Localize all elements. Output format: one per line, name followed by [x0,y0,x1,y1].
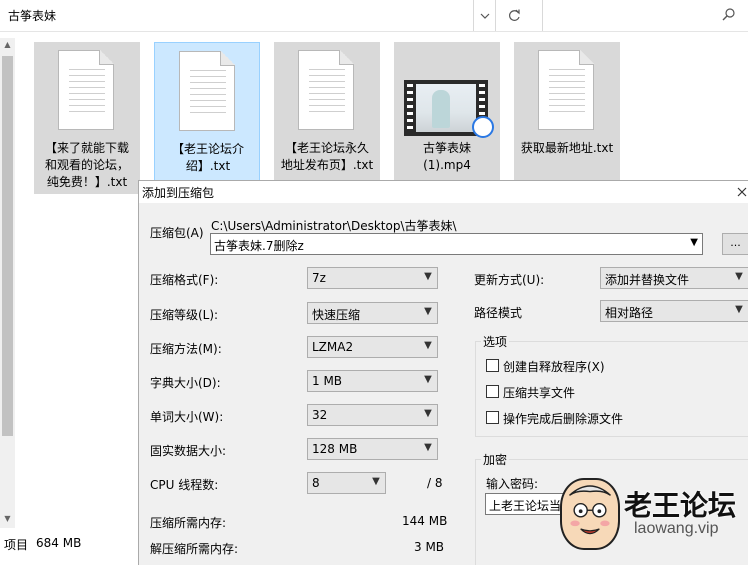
update-value: 添加并替换文件 [605,273,690,287]
address-field[interactable]: 古筝表妹 [0,0,474,31]
file-name: 【老王论坛永久 地址发布页】.txt [280,141,374,172]
archive-name-value: 古筝表妹.7删除z [214,239,304,253]
media-player-icon [472,116,494,138]
method-value: LZMA2 [312,340,354,354]
format-select[interactable]: 7z ▼ [307,267,438,289]
threads-label: CPU 线程数: [150,478,219,492]
path-mode-value: 相对路径 [605,306,654,320]
dialog-title: 添加到压缩包 [142,186,215,200]
chevron-down-icon: ▼ [735,271,743,282]
solid-label: 固实数据大小: [150,444,227,458]
watermark-logo: 老王论坛 laowang.vip [556,478,748,565]
method-select[interactable]: LZMA2 ▼ [307,336,438,358]
solid-value: 128 MB [312,442,358,456]
chevron-down-icon: ▼ [424,374,432,385]
chevron-down-icon: ▼ [735,304,743,315]
password-label: 输入密码: [486,477,539,491]
chevron-down-icon: ▼ [424,271,432,282]
file-item[interactable]: 古筝表妹 (1).mp4 [394,42,500,194]
word-label: 单词大小(W): [150,410,224,424]
update-label: 更新方式(U): [474,273,545,287]
address-bar: 古筝表妹 [0,0,748,32]
dict-value: 1 MB [312,374,343,388]
chevron-down-icon: ▼ [424,306,432,317]
archive-path: C:\Users\Administrator\Desktop\古筝表妹\ [211,219,457,233]
method-label: 压缩方法(M): [150,342,222,356]
status-bar: 项目 684 MB [0,528,140,558]
search-icon [722,8,735,21]
file-item[interactable]: 【来了就能下载 和观看的论坛， 纯免费！】.txt [34,42,140,194]
close-icon[interactable] [735,181,748,203]
level-value: 快速压缩 [312,308,361,322]
scrollbar-thumb[interactable] [2,56,13,436]
chevron-down-icon: ▼ [424,408,432,419]
file-item[interactable]: 【老王论坛介 绍】.txt [154,42,260,194]
archive-name-combo[interactable]: 古筝表妹.7删除z ▼ [210,233,703,255]
mem-decomp-value: 3 MB [414,540,445,554]
delete-source-label: 操作完成后删除源文件 [503,412,624,426]
options-title: 选项 [481,333,510,350]
shared-label: 压缩共享文件 [503,386,576,400]
cartoon-face-icon [560,478,620,550]
dict-label: 字典大小(D): [150,376,221,390]
file-item[interactable]: 获取最新地址.txt [514,42,620,194]
watermark-url: laowang.vip [634,520,719,537]
solid-select[interactable]: 128 MB ▼ [307,438,438,460]
refresh-icon[interactable] [500,0,528,31]
chevron-down-icon: ▼ [424,442,432,453]
text-file-icon [179,51,235,131]
level-label: 压缩等级(L): [150,308,219,322]
word-value: 32 [312,408,328,422]
chevron-down-icon: ▼ [372,476,380,487]
level-select[interactable]: 快速压缩 ▼ [307,302,438,324]
format-value: 7z [312,271,326,285]
file-name: 【老王论坛介 绍】.txt [171,142,244,173]
encryption-title: 加密 [481,451,510,468]
update-select[interactable]: 添加并替换文件 ▼ [600,267,748,289]
archive-label: 压缩包(A) [150,226,204,240]
file-name: 古筝表妹 (1).mp4 [422,141,471,172]
dialog-titlebar: 添加到压缩包 [139,181,748,203]
password-value: 上老王论坛当 [489,499,562,513]
scroll-up-icon[interactable]: ▲ [0,40,15,54]
format-label: 压缩格式(F): [150,273,219,287]
threads-value: 8 [312,476,320,490]
status-items: 项目 [4,538,29,552]
browse-button[interactable]: ... [722,233,748,255]
word-select[interactable]: 32 ▼ [307,404,438,426]
search-input[interactable] [542,0,748,31]
file-name: 【来了就能下载 和观看的论坛， 纯免费！】.txt [44,141,129,189]
dict-select[interactable]: 1 MB ▼ [307,370,438,392]
scroll-down-icon[interactable]: ▼ [0,514,15,528]
mem-decomp-label: 解压缩所需内存: [150,542,239,556]
mem-comp-label: 压缩所需内存: [150,516,227,530]
shared-checkbox[interactable] [486,385,499,398]
address-dropdown-icon[interactable] [474,0,496,31]
chevron-down-icon[interactable]: ▼ [690,237,698,248]
vertical-scrollbar[interactable]: ▲ ▼ [0,38,15,528]
path-mode-label: 路径模式 [474,306,523,320]
sfx-checkbox[interactable] [486,359,499,372]
threads-select[interactable]: 8 ▼ [307,472,386,494]
chevron-down-icon: ▼ [424,340,432,351]
address-text: 古筝表妹 [8,9,57,23]
text-file-icon [298,50,354,130]
mem-comp-value: 144 MB [402,514,448,528]
delete-source-checkbox[interactable] [486,411,499,424]
status-size: 684 MB [36,536,82,550]
threads-total: / 8 [427,476,443,490]
text-file-icon [58,50,114,130]
sfx-label: 创建自释放程序(X) [503,360,605,374]
text-file-icon [538,50,594,130]
watermark-text: 老王论坛 [624,489,737,522]
file-name: 获取最新地址.txt [520,141,614,155]
file-item[interactable]: 【老王论坛永久 地址发布页】.txt [274,42,380,194]
path-mode-select[interactable]: 相对路径 ▼ [600,300,748,322]
